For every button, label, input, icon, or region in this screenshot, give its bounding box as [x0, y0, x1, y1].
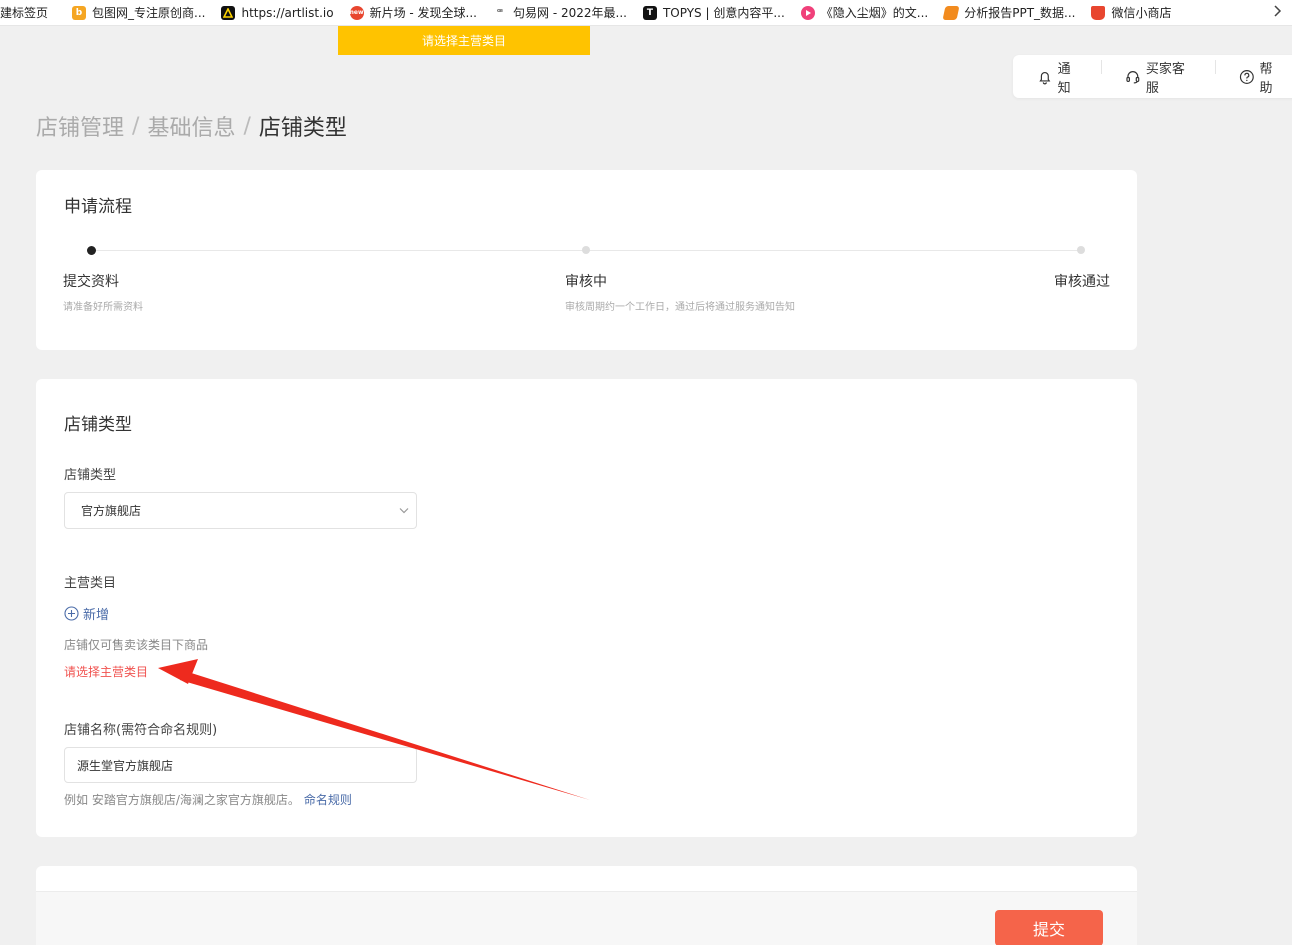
bookmark-label: 新片场 - 发现全球...	[369, 6, 477, 20]
wechat-shop-icon	[1091, 5, 1106, 20]
shop-name-example: 例如 安踏官方旗舰店/海澜之家官方旗舰店。 命名规则	[64, 791, 352, 808]
shop-type-card: 店铺类型 店铺类型 官方旗舰店 主营类目 新增 店铺仅可售卖该类目下商品 请选择…	[36, 379, 1137, 837]
shop-name-value: 源生堂官方旗舰店	[77, 758, 174, 773]
bookmark-label: TOPYS | 创意内容平...	[662, 6, 785, 20]
breadcrumb-shop-management[interactable]: 店铺管理	[36, 110, 124, 142]
step-dot-active	[87, 246, 96, 255]
help-button[interactable]: 帮助	[1214, 58, 1292, 96]
service-label: 买家客服	[1145, 61, 1185, 96]
toast-text: 请选择主营类目	[421, 34, 506, 48]
bookmark-label: 包图网_专注原创商...	[92, 6, 206, 20]
bookmark-label: 分析报告PPT_数据...	[964, 6, 1076, 20]
bookmark-label: 建标签页	[0, 6, 49, 20]
bookmark-bilibili[interactable]: 《隐入尘烟》的文...	[800, 0, 936, 25]
bookmarks-bar: 建标签页 b 包图网_专注原创商... https://artlist.io n…	[0, 0, 1292, 26]
shop-type-select[interactable]: 官方旗舰店	[64, 492, 417, 529]
bookmark-label: 《隐入尘烟》的文...	[820, 6, 929, 20]
bookmark-wechat-shop[interactable]: 微信小商店	[1091, 0, 1179, 25]
category-hint: 店铺仅可售卖该类目下商品	[64, 638, 209, 652]
bookmark-xinpianchang[interactable]: new 新片场 - 发现全球...	[349, 0, 485, 25]
process-card: 申请流程 提交资料 请准备好所需资料 审核中 审核周期约一个工作日，通过后将通过…	[36, 170, 1137, 350]
help-icon	[1239, 69, 1254, 84]
notify-label: 通知	[1057, 61, 1071, 96]
customer-service-button[interactable]: 买家客服	[1101, 58, 1215, 96]
bookmark-juyi[interactable]: ꟹ 句易网 - 2022年最...	[493, 0, 635, 25]
shop-name-label: 店铺名称(需符合命名规则)	[64, 723, 218, 738]
topys-icon: T	[642, 5, 657, 20]
naming-rule-link[interactable]: 命名规则	[304, 793, 352, 807]
juyi-icon: ꟹ	[493, 5, 507, 20]
bookmark-label: https://artlist.io	[241, 5, 334, 20]
chevron-down-icon	[399, 508, 409, 514]
submit-button[interactable]: 提交	[995, 910, 1103, 945]
bell-icon	[1039, 71, 1051, 84]
bookmark-baotu[interactable]: b 包图网_专注原创商...	[72, 0, 213, 25]
footer-bar: 提交	[36, 891, 1137, 945]
shop-type-title: 店铺类型	[64, 415, 132, 435]
bookmark-label: 微信小商店	[1111, 6, 1172, 20]
xinpianchang-icon: new	[349, 5, 364, 20]
step-desc-submit: 请准备好所需资料	[63, 302, 143, 313]
category-label: 主营类目	[64, 576, 117, 591]
bookmark-artlist[interactable]: https://artlist.io	[221, 0, 341, 25]
bilibili-icon	[800, 5, 815, 20]
breadcrumb: 店铺管理 / 基础信息 / 店铺类型	[36, 110, 347, 142]
step-desc-reviewing: 审核周期约一个工作日，通过后将通过服务通知告知	[565, 302, 795, 313]
bookmark-new-tab[interactable]: 建标签页	[0, 0, 56, 25]
shop-name-input[interactable]: 源生堂官方旗舰店	[64, 747, 417, 783]
bookmark-report[interactable]: 分析报告PPT_数据...	[942, 0, 1083, 25]
artlist-icon	[221, 5, 236, 20]
category-error: 请选择主营类目	[64, 665, 149, 679]
plus-circle-icon	[64, 606, 79, 621]
breadcrumb-basic-info[interactable]: 基础信息	[147, 110, 235, 142]
add-category-button[interactable]: 新增	[64, 604, 109, 623]
top-toolbar: 通知 买家客服 帮助	[1013, 55, 1292, 98]
step-dot	[582, 246, 590, 254]
shop-type-label: 店铺类型	[64, 468, 117, 483]
breadcrumb-current: 店铺类型	[258, 116, 347, 141]
process-title: 申请流程	[64, 197, 132, 217]
step-label-reviewing: 审核中	[565, 274, 607, 290]
help-label: 帮助	[1259, 61, 1273, 96]
notify-button[interactable]: 通知	[1013, 58, 1101, 96]
breadcrumb-separator: /	[132, 113, 140, 139]
report-icon	[942, 5, 960, 20]
baotu-icon: b	[72, 5, 87, 20]
bookmark-label: 句易网 - 2022年最...	[513, 6, 627, 20]
step-dot	[1077, 246, 1085, 254]
shop-type-value: 官方旗舰店	[81, 504, 142, 518]
step-label-submit: 提交资料	[63, 274, 119, 290]
error-toast: 请选择主营类目	[338, 26, 590, 55]
bookmark-topys[interactable]: T TOPYS | 创意内容平...	[642, 0, 793, 25]
add-category-label: 新增	[83, 608, 110, 623]
step-label-approved: 审核通过	[1054, 274, 1110, 290]
shop-name-example-text: 例如 安踏官方旗舰店/海澜之家官方旗舰店。	[64, 793, 300, 807]
chevron-right-icon[interactable]	[1272, 4, 1282, 22]
headset-icon	[1126, 70, 1140, 83]
breadcrumb-separator: /	[243, 113, 251, 139]
